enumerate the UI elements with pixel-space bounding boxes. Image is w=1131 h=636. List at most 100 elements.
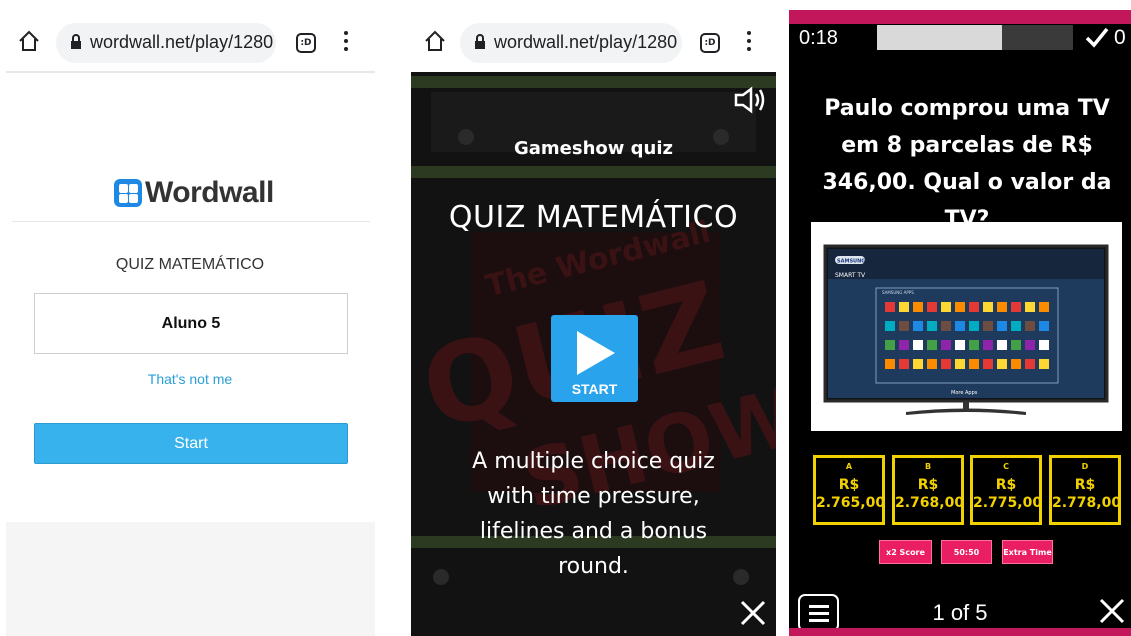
header-divider xyxy=(12,221,370,222)
tv-app-tile xyxy=(983,321,993,331)
home-icon[interactable] xyxy=(18,30,40,52)
tv-app-tile xyxy=(1025,302,1035,312)
home-icon[interactable] xyxy=(424,30,446,52)
tv-app-tile xyxy=(941,321,951,331)
tv-app-tile xyxy=(927,321,937,331)
tab-switcher-button[interactable]: :D xyxy=(700,33,720,53)
game-title: QUIZ MATEMÁTICO xyxy=(448,200,739,235)
timer-progress-fill xyxy=(877,25,1003,50)
close-icon[interactable] xyxy=(1099,598,1125,624)
close-icon[interactable] xyxy=(740,600,766,626)
tv-app-tile xyxy=(983,359,993,369)
tv-brand-text: SAMSUNG xyxy=(837,259,865,265)
tv-app-tile xyxy=(1039,321,1049,331)
tv-app-tile xyxy=(1011,302,1021,312)
page-footer xyxy=(6,522,375,636)
tv-apps-label: SAMSUNG APPS xyxy=(882,290,914,295)
tv-app-tile xyxy=(983,340,993,350)
start-game-button[interactable]: START xyxy=(551,315,638,402)
not-me-link[interactable]: That's not me xyxy=(0,371,380,387)
answer-option-a[interactable]: A R$ 2.765,00 xyxy=(813,455,885,525)
answer-option-c[interactable]: C R$ 2.775,00 xyxy=(970,455,1042,525)
answer-value: 2.765,00 xyxy=(816,495,886,511)
tv-app-tile xyxy=(997,340,1007,350)
tv-more-apps: More Apps xyxy=(951,390,978,396)
tv-app-tile xyxy=(1025,321,1035,331)
tv-app-tile xyxy=(899,340,909,350)
answer-value: 2.775,00 xyxy=(973,495,1043,511)
tv-app-tile xyxy=(969,359,979,369)
tv-app-tile xyxy=(941,340,951,350)
bottom-accent-bar xyxy=(789,628,1131,636)
play-icon xyxy=(577,331,615,375)
tv-app-tile xyxy=(1011,359,1021,369)
tv-app-tile xyxy=(913,359,923,369)
check-icon xyxy=(1085,27,1109,48)
tv-app-tile xyxy=(969,340,979,350)
tv-app-tile xyxy=(955,302,965,312)
browser-toolbar: wordwall.net/play/1280 :D xyxy=(0,0,380,72)
tv-app-tile xyxy=(885,321,895,331)
start-button[interactable]: Start xyxy=(34,423,348,464)
browser-toolbar: wordwall.net/play/1280 :D xyxy=(406,0,778,72)
tv-app-tile xyxy=(969,321,979,331)
answer-currency: R$ xyxy=(838,477,860,493)
menu-kebab-icon[interactable] xyxy=(746,31,752,55)
countdown-timer: 0:18 xyxy=(799,27,838,49)
lock-icon xyxy=(71,34,81,49)
lifeline-x2-score[interactable]: x2 Score xyxy=(879,540,932,564)
answer-letter: B xyxy=(924,462,932,471)
tv-app-tile xyxy=(885,359,895,369)
tv-app-tile xyxy=(1025,340,1035,350)
tv-app-tile xyxy=(1025,359,1035,369)
question-image: SAMSUNG SMART TV SAMSUNG APPS More Apps xyxy=(811,222,1122,431)
tv-app-tile xyxy=(1039,302,1049,312)
tv-app-tile xyxy=(1039,340,1049,350)
student-name-field[interactable]: Aluno 5 xyxy=(34,293,348,354)
screen-login: wordwall.net/play/1280 :D Wordwall QUIZ … xyxy=(0,0,380,636)
tv-app-tile xyxy=(913,321,923,331)
tv-app-tile xyxy=(941,302,951,312)
wordwall-logo-text: Wordwall xyxy=(145,176,274,209)
tv-app-tile xyxy=(983,302,993,312)
answer-currency: R$ xyxy=(917,477,939,493)
page-indicator: 1 of 5 xyxy=(932,600,988,625)
screen-game-intro: wordwall.net/play/1280 :D The Wordwall Q… xyxy=(406,0,778,636)
tv-app-tile xyxy=(885,340,895,350)
tv-app-tile xyxy=(955,359,965,369)
top-accent-bar xyxy=(789,10,1131,24)
url-text: wordwall.net/play/1280 xyxy=(494,32,678,52)
answer-option-d[interactable]: D R$ 2.778,00 xyxy=(1049,455,1121,525)
tv-app-tile xyxy=(899,321,909,331)
score-counter: 0 xyxy=(1114,26,1126,49)
tv-app-tile xyxy=(997,359,1007,369)
address-bar[interactable]: wordwall.net/play/1280 xyxy=(56,23,276,63)
game-description: A multiple choice quiz with time pressur… xyxy=(472,449,715,579)
tv-app-tile xyxy=(969,302,979,312)
tv-illustration: SAMSUNG SMART TV SAMSUNG APPS More Apps xyxy=(823,244,1109,415)
tv-app-tile xyxy=(927,359,937,369)
answer-letter: A xyxy=(845,462,853,471)
tv-app-tile xyxy=(997,302,1007,312)
tv-app-tile xyxy=(927,340,937,350)
tv-app-tile xyxy=(1011,321,1021,331)
tab-switcher-button[interactable]: :D xyxy=(296,33,316,53)
answer-option-b[interactable]: B R$ 2.768,00 xyxy=(892,455,964,525)
answer-currency: R$ xyxy=(1074,477,1096,493)
answer-letter: C xyxy=(1003,462,1009,471)
lifeline-fifty-fifty[interactable]: 50:50 xyxy=(941,540,992,564)
tv-app-tile xyxy=(913,340,923,350)
activity-title: QUIZ MATEMÁTICO xyxy=(115,256,265,273)
wordwall-logo: Wordwall xyxy=(114,176,274,210)
timer-progress-bar xyxy=(877,25,1073,50)
game-type-subtitle: Gameshow quiz xyxy=(513,138,674,159)
answer-value: 2.778,00 xyxy=(1052,495,1122,511)
lifeline-extra-time[interactable]: Extra Time xyxy=(1002,540,1053,564)
menu-kebab-icon[interactable] xyxy=(343,31,349,55)
start-game-label: START xyxy=(571,381,618,397)
tv-header-text: SMART TV xyxy=(835,272,866,279)
tv-app-tile xyxy=(955,340,965,350)
speaker-icon[interactable] xyxy=(733,86,767,114)
tv-app-tile xyxy=(1011,340,1021,350)
address-bar[interactable]: wordwall.net/play/1280 xyxy=(460,23,682,63)
